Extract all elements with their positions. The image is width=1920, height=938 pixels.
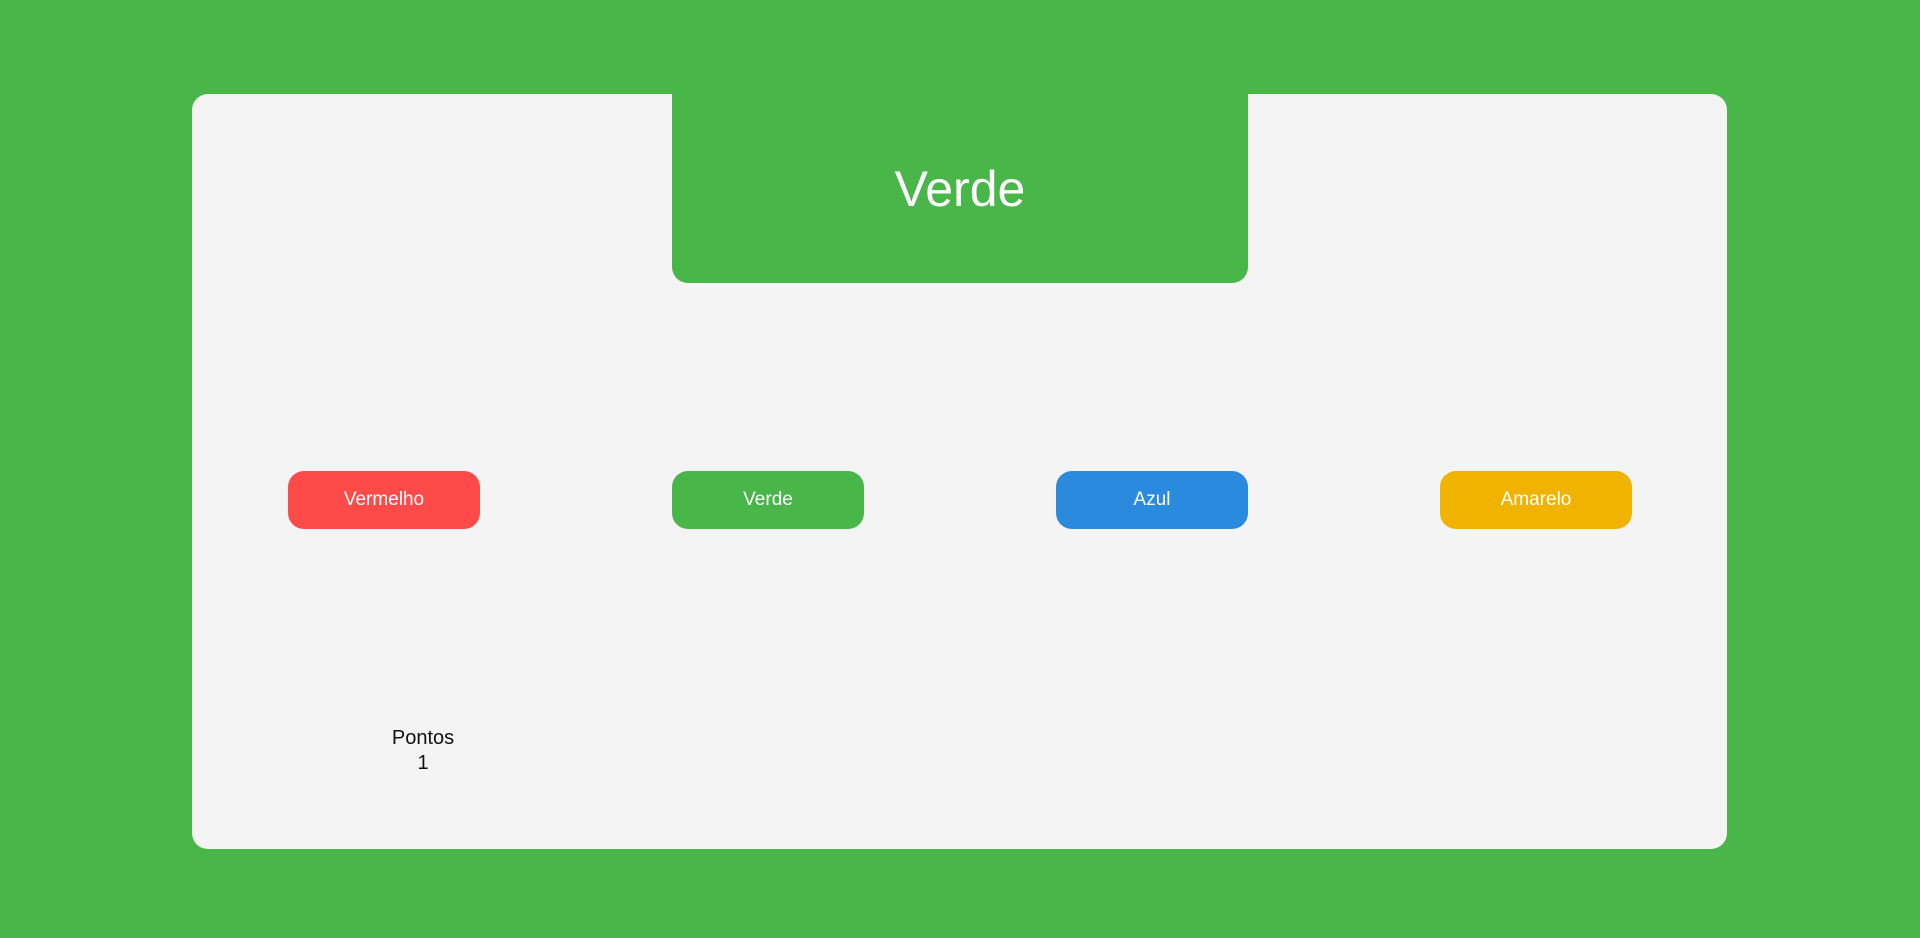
yellow-button[interactable]: Amarelo <box>1440 471 1632 529</box>
score-value: 1 <box>417 752 429 774</box>
game-card: Verde Vermelho Verde Azul Amarelo Pontos… <box>192 94 1727 849</box>
blue-button[interactable]: Azul <box>1056 471 1248 529</box>
green-button[interactable]: Verde <box>672 471 864 529</box>
red-button[interactable]: Vermelho <box>288 471 480 529</box>
score-label: Pontos <box>391 727 455 749</box>
color-word-display: Verde <box>672 94 1248 283</box>
color-word: Verde <box>894 160 1026 217</box>
score-panel: Pontos 1 <box>368 726 478 776</box>
